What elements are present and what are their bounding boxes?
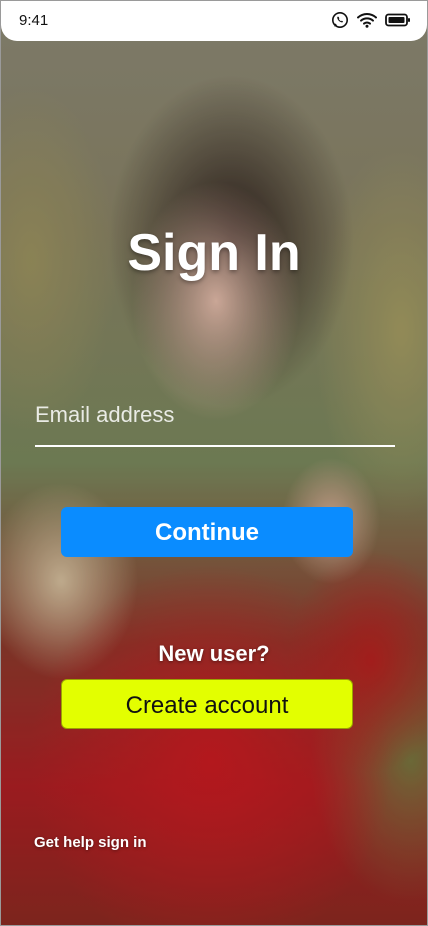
whatsapp-icon xyxy=(331,11,349,29)
new-user-label: New user? xyxy=(158,641,270,666)
help-sign-in-link[interactable]: Get help sign in xyxy=(34,834,147,851)
email-field[interactable] xyxy=(35,387,395,447)
page-title: Sign In xyxy=(127,224,301,282)
battery-icon xyxy=(385,13,411,27)
status-bar: 9:41 xyxy=(1,1,427,41)
status-time: 9:41 xyxy=(19,12,49,29)
background-overlay xyxy=(1,1,427,925)
status-icons xyxy=(331,11,411,29)
create-account-button[interactable]: Create account xyxy=(61,679,353,729)
wifi-icon xyxy=(357,12,377,28)
phone-screen: 9:41 Sign In Email address Continue New … xyxy=(0,0,428,926)
email-input[interactable] xyxy=(35,395,395,435)
continue-button[interactable]: Continue xyxy=(61,507,353,557)
